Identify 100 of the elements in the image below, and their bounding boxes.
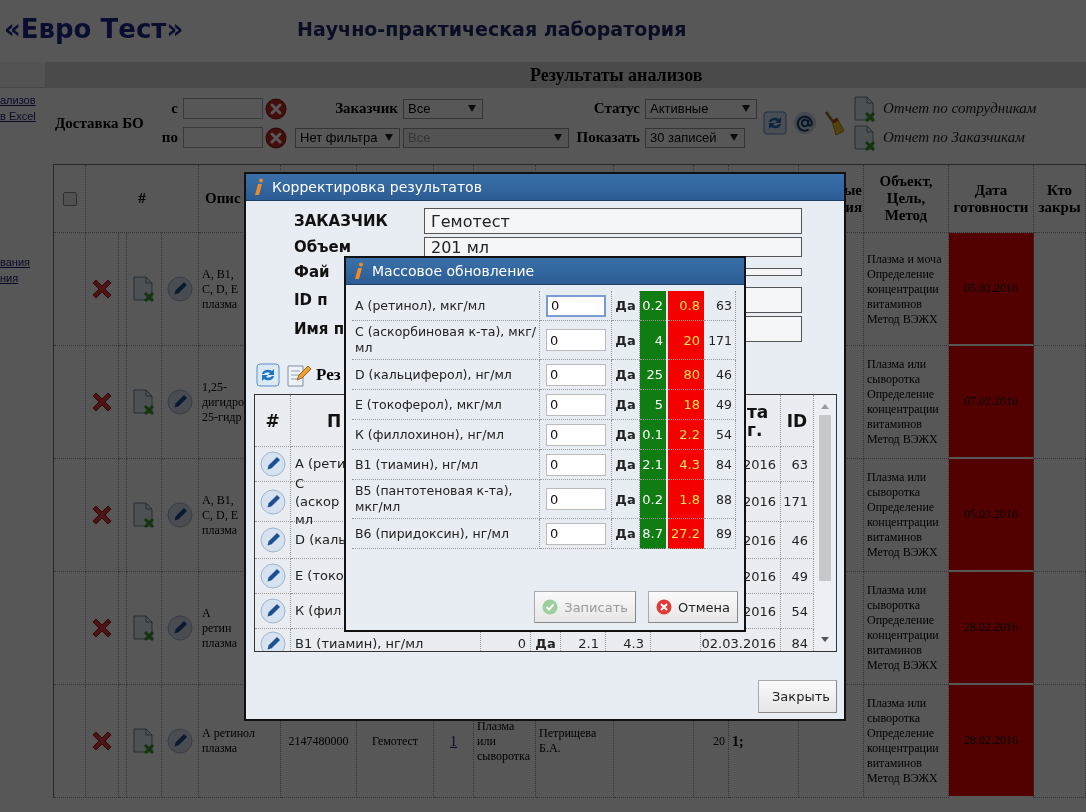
date-from-field[interactable] [183,98,263,119]
value-input[interactable]: 0 [546,329,606,351]
delete-icon[interactable] [90,277,114,301]
spreadsheet-file-icon[interactable] [132,728,156,754]
table-cell-text: 2147480000 [287,733,350,749]
select-all-checkbox[interactable] [62,191,77,206]
delete-icon[interactable] [90,503,114,527]
report-link[interactable]: Отчет по сотрудникам [883,100,1037,117]
edit-icon[interactable] [259,563,286,589]
table-cell: Да [615,367,636,382]
parameter-name: С (аскор мл [295,474,341,529]
table-cell: 0 [517,636,526,651]
delete-icon[interactable] [90,390,114,414]
table-cell-text: Плазма или сыворотка Определение концентрации витаминов Метод ВЭЖХ [866,470,940,560]
spreadsheet-file-icon[interactable] [132,389,156,415]
low-limit-cell: 0.1 [640,420,666,450]
parameter-name: В6 (пиридоксин), нг/мл [354,525,509,542]
close-button[interactable]: Закрыть [758,680,837,713]
edit-icon[interactable] [259,451,286,477]
dropdown[interactable]: 30 записей [645,127,745,148]
report-file-icon[interactable] [853,95,877,122]
text-field[interactable]: Гемотест [424,208,802,234]
high-limit-cell: 20 [668,321,704,360]
dropdown[interactable]: Все [403,98,483,119]
field-label: ID п [294,291,328,309]
column-header: Опис [204,190,241,207]
cancel-button[interactable]: Отмена [647,591,738,623]
description-text: 1,25-дигидро 25-гидр [201,379,245,425]
text-field[interactable]: 201 мл [424,237,802,257]
spreadsheet-file-icon[interactable] [132,276,156,302]
table-cell: 46 [791,532,808,548]
high-limit-cell: 18 [668,390,704,420]
table-cell-text: Плазма или сыворотка Определение концентрации витаминов Метод ВЭЖХ [866,357,940,447]
sidebar-link[interactable]: ализов [0,92,36,108]
spreadsheet-file-icon[interactable] [132,502,156,528]
value-input[interactable]: 0 [546,393,606,416]
value-input[interactable]: 0 [546,522,606,545]
edit-document-icon[interactable] [285,362,311,388]
parameter-name: Е (токоферол), мкг/мл [354,396,502,413]
table-cell: 2.1 [578,636,599,651]
count-link[interactable]: 1 [450,733,457,749]
value-input[interactable]: 0 [546,423,606,446]
low-limit-cell: 0.2 [640,480,666,519]
value-input[interactable]: 0 [546,363,606,386]
parameter-name: А (ретинол), мкг/мл [354,297,486,314]
report-link[interactable]: Отчет по Заказчикам [883,129,1025,146]
high-limit-cell: 0.8 [668,291,704,321]
email-icon[interactable] [793,111,817,135]
edit-icon[interactable] [259,598,286,624]
parameter-name: D (кальциферол), нг/мл [354,366,512,383]
column-header: Объект, Цель, Метод [878,173,934,224]
table-cell: 46 [716,367,732,382]
edit-icon[interactable] [259,527,286,553]
sidebar-link[interactable]: в Excel [0,108,36,124]
table-cell: 84 [791,636,808,651]
report-file-icon[interactable] [853,124,877,151]
dialog-title: Массовое обновление [372,263,535,279]
date-to-field[interactable] [183,127,263,148]
parameter-name: К (филлохинон), нг/мл [354,426,504,443]
low-limit-cell: 8.7 [640,519,666,549]
caret-icon [742,105,750,112]
sidebar-link[interactable]: ния [0,270,30,286]
sidebar-link[interactable]: вания [0,254,30,270]
high-limit-cell: 80 [668,360,704,390]
caret-icon [385,134,393,141]
dropdown[interactable]: Нет фильтра [295,127,400,148]
ready-date-cell: 05.03.2016 [949,459,1034,572]
table-cell: 49 [716,397,732,412]
broom-icon[interactable] [823,110,845,136]
delete-icon[interactable] [90,729,114,753]
value-input[interactable]: 0 [546,488,606,510]
table-cell: Да [615,397,636,412]
filter-label: с [171,100,179,117]
ready-date-cell: 07.02.2016 [949,346,1034,459]
low-limit-cell: 2.1 [640,450,666,480]
column-header: Дата готовности [952,181,1030,216]
filter-label: Заказчик [335,100,399,117]
caret-icon [730,134,738,141]
parameter-name: С (аскорбиновая к-та), мкг/мл [354,324,537,356]
refresh-icon[interactable] [763,111,787,135]
delete-icon[interactable] [90,616,114,640]
field-label: Фай [294,263,330,281]
refresh-icon[interactable] [256,363,280,387]
clear-icon[interactable] [265,126,287,149]
clear-icon[interactable] [265,97,287,120]
filter-label: по [161,129,179,146]
edit-icon[interactable] [259,488,286,515]
value-input[interactable]: 0 [546,453,606,476]
column-header: ID [786,410,808,431]
table-cell-text: 20 [712,733,726,749]
table-cell: 88 [716,491,732,507]
dropdown[interactable]: Активные [645,98,757,119]
subtitle: Научно-практическая лаборатория [297,18,687,40]
table-cell: 4.3 [623,636,644,651]
filter-label: Доставка БО [55,114,145,132]
column-header: # [138,190,146,207]
value-input[interactable]: 0 [546,294,606,317]
edit-icon[interactable] [259,630,286,651]
spreadsheet-file-icon[interactable] [132,615,156,641]
table-cell: Да [615,298,636,313]
